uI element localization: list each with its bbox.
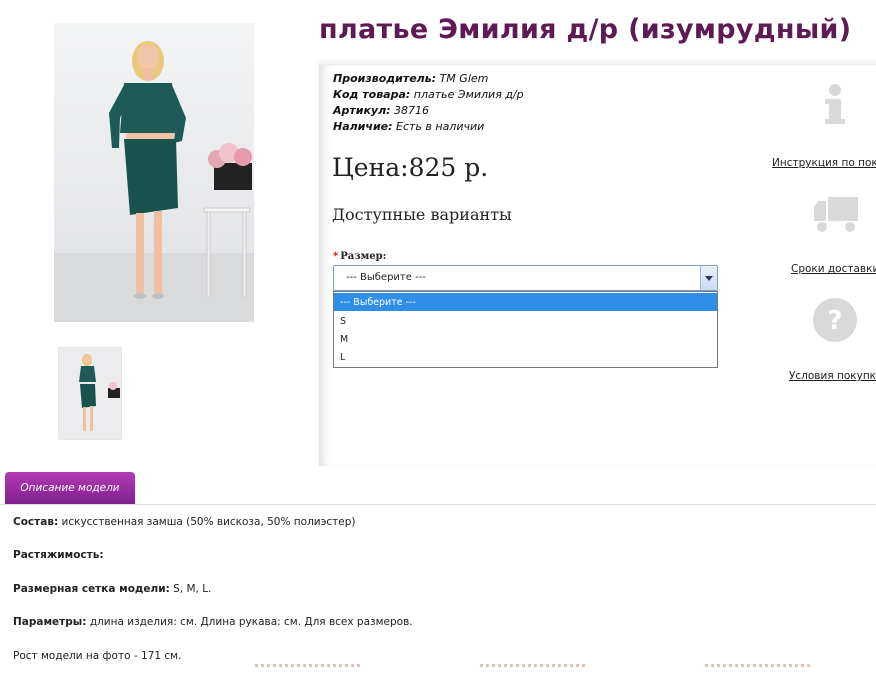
size-grid-value: S, M, L.: [169, 583, 212, 595]
stretch-text: Растяжимость:: [13, 549, 104, 561]
size-option-placeholder[interactable]: --- Выберите ---: [334, 293, 717, 311]
purchase-conditions-link[interactable]: Условия покупки: [789, 370, 876, 382]
size-grid-text: Размерная сетка модели: S, M, L.: [13, 583, 211, 595]
delivery-truck-icon[interactable]: [812, 195, 860, 235]
thumbnail-figure: [59, 348, 121, 439]
floral-border-decoration: [480, 664, 585, 673]
stock-value: Есть в наличии: [392, 120, 485, 133]
delivery-terms-link[interactable]: Сроки доставки: [791, 263, 876, 275]
size-option-label: S: [340, 316, 347, 327]
product-thumbnail[interactable]: [58, 347, 122, 440]
model-figure: [109, 41, 252, 299]
size-option-label: --- Выберите ---: [340, 297, 416, 308]
size-field-label: * Размер:: [333, 251, 386, 262]
tab-model-description-label: Описание модели: [20, 482, 120, 494]
composition-label: Состав:: [13, 516, 59, 528]
chevron-down-icon[interactable]: [700, 266, 717, 290]
tab-model-description[interactable]: Описание модели: [5, 472, 135, 505]
manufacturer-row: Производитель: ТМ Glem: [333, 71, 524, 87]
product-main-image[interactable]: [54, 23, 254, 322]
stretch-label: Растяжимость:: [13, 549, 104, 561]
help-question-icon[interactable]: ?: [812, 297, 858, 343]
svg-text:?: ?: [827, 306, 842, 336]
manufacturer-value: ТМ Glem: [436, 72, 489, 85]
size-dropdown-list: --- Выберите --- S M L: [333, 291, 718, 368]
floral-border-decoration: [255, 664, 360, 673]
size-option-s[interactable]: S: [334, 312, 717, 330]
size-label-text: Размер:: [340, 251, 387, 262]
size-option-label: L: [340, 352, 346, 363]
product-meta: Производитель: ТМ Glem Код товара: плать…: [333, 71, 524, 135]
sku-row: Артикул: 38716: [333, 103, 524, 119]
product-code-label: Код товара:: [333, 88, 411, 101]
purchase-instruction-link[interactable]: Инструкция по поку: [772, 157, 876, 169]
required-mark: *: [333, 251, 339, 262]
product-info-panel: Производитель: ТМ Glem Код товара: плать…: [319, 64, 876, 466]
product-price: Цена:825 р.: [332, 153, 489, 182]
manufacturer-label: Производитель:: [333, 72, 437, 85]
size-select[interactable]: --- Выберите ---: [333, 265, 718, 291]
parameters-text: Параметры: длина изделия: см. Длина рука…: [13, 616, 413, 628]
size-option-l[interactable]: L: [334, 348, 717, 366]
available-options-heading: Доступные варианты: [332, 205, 512, 224]
tab-divider: [0, 504, 876, 505]
size-grid-label: Размерная сетка модели:: [13, 583, 170, 595]
composition-text: Состав: искусственная замша (50% вискоза…: [13, 516, 356, 528]
sku-label: Артикул:: [333, 104, 391, 117]
stock-label: Наличие:: [333, 120, 393, 133]
product-code-row: Код товара: платье Эмилия д/р: [333, 87, 524, 103]
product-code-value: платье Эмилия д/р: [410, 88, 524, 101]
product-title: платье Эмилия д/р (изумрудный): [319, 14, 852, 45]
parameters-value: длина изделия: см. Длина рукава: см. Для…: [86, 616, 413, 628]
floral-border-decoration: [705, 664, 810, 673]
size-option-m[interactable]: M: [334, 330, 717, 348]
stock-row: Наличие: Есть в наличии: [333, 119, 524, 135]
size-option-label: M: [340, 334, 349, 345]
sku-value: 38716: [390, 104, 430, 117]
composition-value: искусственная замша (50% вискоза, 50% по…: [58, 516, 356, 528]
parameters-label: Параметры:: [13, 616, 87, 628]
model-height-text: Рост модели на фото - 171 см.: [13, 650, 182, 662]
info-icon[interactable]: [820, 83, 850, 127]
size-select-value: --- Выберите ---: [346, 272, 426, 283]
